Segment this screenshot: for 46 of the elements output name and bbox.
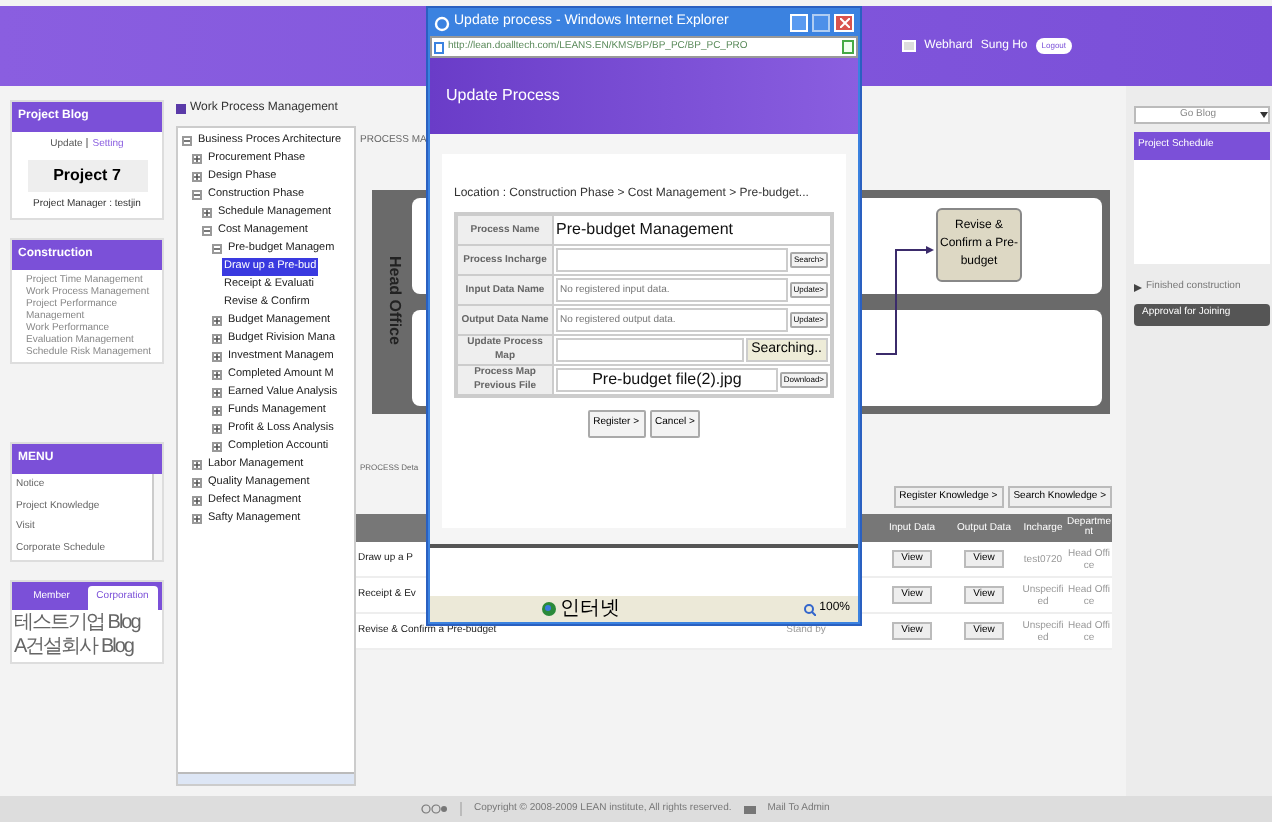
collapse-icon[interactable] — [212, 244, 222, 254]
expand-icon[interactable] — [192, 154, 202, 164]
blog-link[interactable]: A건설회사 Blog — [14, 635, 160, 659]
zone-text: 인터넷 — [560, 598, 620, 620]
close-button[interactable] — [834, 14, 854, 32]
page-icon — [176, 103, 186, 113]
expand-icon[interactable] — [192, 514, 202, 524]
zoom-icon — [803, 603, 816, 615]
expand-icon[interactable] — [212, 442, 222, 452]
project-name: Project 7 — [27, 159, 147, 191]
expand-icon[interactable] — [212, 316, 222, 326]
browser-icon — [434, 15, 450, 31]
collapse-icon[interactable] — [192, 190, 202, 200]
expand-icon[interactable] — [202, 208, 212, 218]
expand-icon[interactable] — [212, 370, 222, 380]
file-name-field[interactable]: Pre-budget file(2).jpg — [556, 368, 778, 392]
compat-icon — [842, 40, 854, 54]
expand-icon[interactable] — [192, 460, 202, 470]
expand-icon[interactable] — [212, 388, 222, 398]
close-icon — [839, 18, 849, 28]
expand-icon[interactable] — [212, 334, 222, 344]
logo-icon — [420, 804, 448, 814]
expand-icon[interactable] — [192, 496, 202, 506]
page-icon — [434, 41, 444, 53]
input-field[interactable] — [556, 338, 744, 362]
expand-icon[interactable] — [212, 424, 222, 434]
input-field[interactable] — [556, 248, 788, 272]
mail-icon — [743, 805, 756, 813]
collapse-icon[interactable] — [202, 226, 212, 236]
minimize-button[interactable] — [790, 14, 808, 32]
expand-icon[interactable] — [192, 478, 202, 488]
collapse-icon[interactable] — [182, 136, 192, 146]
dropdown-icon — [1260, 112, 1268, 118]
expand-icon[interactable] — [192, 172, 202, 182]
triangle-icon — [1134, 283, 1142, 292]
expand-icon[interactable] — [212, 406, 222, 416]
dialog-title: Update Process — [446, 84, 560, 108]
globe-icon — [542, 602, 556, 616]
blog-link[interactable]: 테스트기업 Blog — [14, 611, 160, 635]
scrollbar[interactable] — [178, 772, 354, 784]
scrollbar[interactable] — [152, 474, 162, 560]
webhard-icon — [902, 40, 917, 52]
connector-arrow — [876, 245, 936, 355]
process-name: Pre-budget Management — [556, 218, 733, 242]
lane-label: Head Office — [384, 254, 406, 350]
expand-icon[interactable] — [212, 352, 222, 362]
